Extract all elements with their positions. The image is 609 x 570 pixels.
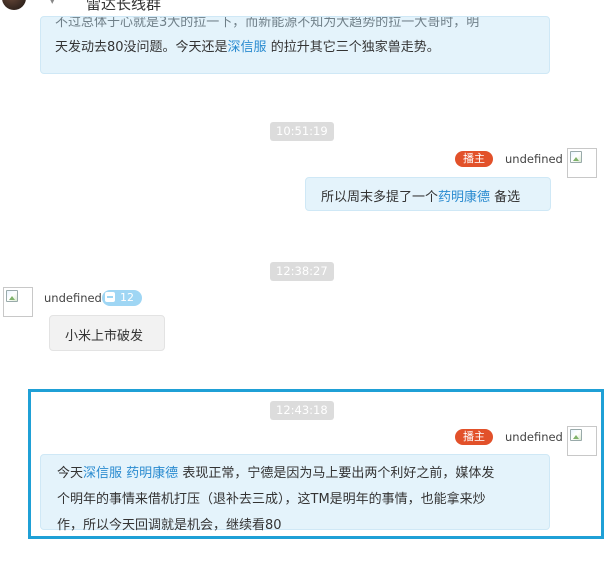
message-bubble: 所以周末多提了一个药明康德 备选	[305, 177, 551, 211]
timestamp: 12:38:27	[270, 262, 334, 281]
level-icon	[105, 292, 115, 302]
message-text: 所以周末多提了一个	[321, 190, 439, 205]
level-badge: 12	[102, 290, 142, 306]
broken-image-icon	[570, 429, 582, 441]
broken-image-icon	[6, 290, 18, 302]
message-bubble: 不过总体于心就是3大的拉一下，而新能源不知为大趋势的拉一大哥时，明 天发动去80…	[40, 16, 550, 74]
broken-image-icon	[570, 151, 582, 163]
stock-link[interactable]: 药明康德	[438, 190, 490, 205]
message-text: 表现正常，宁德是因为马上要出两个利好之前，媒体发	[178, 466, 495, 481]
username[interactable]: undefined	[505, 430, 563, 444]
message-text: 天发动去80没问题。今天还是	[55, 40, 228, 55]
avatar[interactable]	[567, 426, 597, 456]
message-text: 的拉升其它三个独家兽走势。	[266, 40, 440, 55]
group-title: 雷达长线群	[86, 0, 162, 13]
chat-header: ▾ 雷达长线群	[0, 0, 609, 14]
message-text-line: 作，所以今天回调就是机会，继续看80	[57, 518, 282, 533]
message-text-line: 今天深信服 药明康德 表现正常，宁德是因为马上要出两个利好之前，媒体发	[57, 461, 533, 487]
message-text-line: 不过总体于心就是3大的拉一下，而新能源不知为大趋势的拉一大哥时，明	[55, 16, 480, 30]
avatar[interactable]	[567, 148, 597, 178]
level-value: 12	[120, 291, 134, 304]
message-bubble: 今天深信服 药明康德 表现正常，宁德是因为马上要出两个利好之前，媒体发 个明年的…	[40, 454, 550, 533]
host-badge: 播主	[455, 151, 493, 167]
message-text: 今天	[57, 466, 84, 481]
message-bubble: 小米上市破发	[49, 315, 165, 351]
stock-link[interactable]: 深信服	[83, 466, 122, 481]
stock-link[interactable]: 深信服	[228, 40, 267, 55]
group-avatar[interactable]	[2, 0, 26, 10]
timestamp: 12:43:18	[270, 401, 334, 420]
message-text-line: 天发动去80没问题。今天还是深信服 的拉升其它三个独家兽走势。	[55, 35, 535, 60]
host-badge: 播主	[455, 429, 493, 445]
timestamp: 10:51:19	[270, 122, 334, 141]
username[interactable]: undefined	[44, 291, 102, 305]
message-text-line: 个明年的事情来借机打压（退补去三成），这TM是明年的事情，也能拿来炒	[57, 492, 486, 507]
chevron-down-icon[interactable]: ▾	[50, 0, 55, 7]
stock-link[interactable]: 药明康德	[126, 466, 178, 481]
message-text: 备选	[490, 190, 521, 205]
message-text: 小米上市破发	[65, 329, 144, 344]
avatar[interactable]	[3, 287, 33, 317]
username[interactable]: undefined	[505, 152, 563, 166]
